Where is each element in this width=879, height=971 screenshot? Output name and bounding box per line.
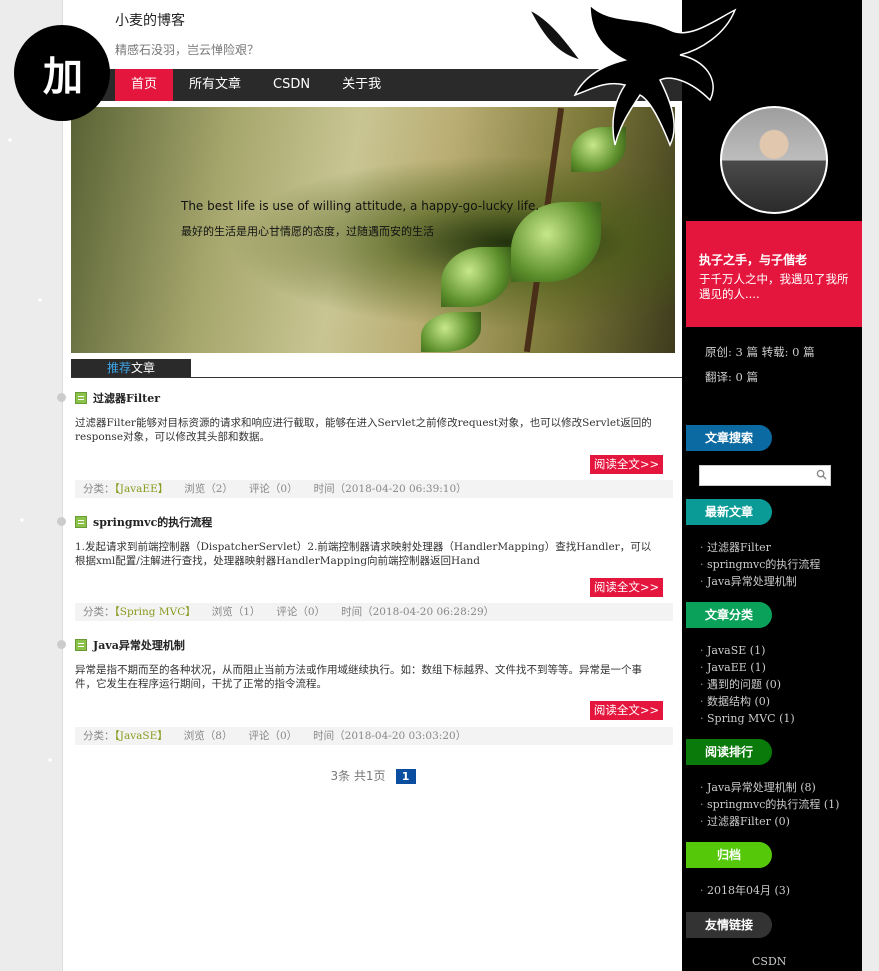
category-link[interactable]: JavaSE (1) [700, 642, 795, 659]
section-divider [71, 377, 683, 378]
profile-quote-text: 于千万人之中，我遇见了我所遇见的人.... [699, 272, 849, 301]
category-label: 分类： [83, 730, 115, 742]
category-label: 分类： [83, 483, 115, 495]
leaf-image [511, 202, 601, 282]
recent-article-link[interactable]: Java异常处理机制 [700, 573, 820, 590]
timeline-dot [57, 640, 66, 649]
read-more-button[interactable]: 阅读全文>> [590, 701, 663, 720]
timeline-dot [57, 517, 66, 526]
recommended-tab-highlight: 推荐 [106, 361, 131, 375]
nav-item-csdn[interactable]: CSDN [257, 69, 326, 101]
search-input[interactable] [699, 465, 831, 486]
category-link[interactable]: 【JavaSE】 [115, 730, 168, 742]
article-card: 过滤器Filter 过滤器Filter能够对目标资源的请求和响应进行截取，能够在… [75, 390, 673, 500]
profile-quote-box: 执子之手，与子偕老 于千万人之中，我遇见了我所遇见的人.... [686, 221, 862, 327]
category-label: 分类： [83, 606, 115, 618]
view-count: 浏览（8） [183, 730, 233, 742]
comment-count: 评论（0） [248, 730, 298, 742]
rank-section-tab: 阅读排行 [686, 739, 772, 765]
recommended-tab: 推荐文章 [71, 359, 191, 378]
category-link[interactable]: JavaEE (1) [700, 659, 795, 676]
post-time: 时间（2018-04-20 06:28:29） [341, 606, 495, 618]
article-title[interactable]: Java异常处理机制 [75, 637, 673, 653]
read-more-button[interactable]: 阅读全文>> [590, 455, 663, 474]
article-title[interactable]: springmvc的执行流程 [75, 514, 673, 530]
category-section-tab: 文章分类 [686, 602, 772, 628]
read-rank-list: Java异常处理机制 (8) springmvc的执行流程 (1) 过滤器Fil… [700, 779, 839, 830]
article-title-text[interactable]: 过滤器Filter [93, 390, 160, 406]
article-title-text[interactable]: springmvc的执行流程 [93, 514, 212, 530]
page-number-button[interactable]: 1 [395, 769, 416, 784]
category-link[interactable]: 【Spring MVC】 [115, 606, 196, 618]
archive-link[interactable]: 2018年04月 (3) [700, 882, 790, 899]
background-right [862, 0, 879, 971]
rank-article-link[interactable]: Java异常处理机制 (8) [700, 779, 839, 796]
comment-count: 评论（0） [276, 606, 326, 618]
recent-articles-list: 过滤器Filter springmvc的执行流程 Java异常处理机制 [700, 539, 820, 590]
read-more-button[interactable]: 阅读全文>> [590, 578, 663, 597]
document-icon [75, 392, 87, 404]
rank-article-link[interactable]: 过滤器Filter (0) [700, 813, 839, 830]
recent-article-link[interactable]: springmvc的执行流程 [700, 556, 820, 573]
archive-list: 2018年04月 (3) [700, 882, 790, 899]
nav-item-home[interactable]: 首页 [115, 69, 174, 101]
category-list: JavaSE (1) JavaEE (1) 遇到的问题 (0) 数据结构 (0)… [700, 642, 795, 727]
wing-decoration [528, 3, 737, 147]
category-link[interactable]: 【JavaEE】 [115, 483, 169, 495]
banner-quote-en: The best life is use of willing attitude… [181, 199, 540, 213]
category-link[interactable]: Spring MVC (1) [700, 710, 795, 727]
document-icon [75, 639, 87, 651]
comment-count: 评论（0） [248, 483, 298, 495]
category-link[interactable]: 遇到的问题 (0) [700, 676, 795, 693]
friend-link[interactable]: CSDN [752, 955, 786, 968]
recent-article-link[interactable]: 过滤器Filter [700, 539, 820, 556]
background-left [0, 0, 62, 971]
post-time: 时间（2018-04-20 06:39:10） [313, 483, 467, 495]
search-icon[interactable] [816, 469, 827, 480]
post-stats: 原创: 3 篇 转载: 0 篇 翻译: 0 篇 [705, 340, 855, 390]
category-link[interactable]: 数据结构 (0) [700, 693, 795, 710]
leaf-image [421, 312, 481, 352]
recommended-tab-label: 文章 [131, 361, 156, 375]
post-time: 时间（2018-04-20 03:03:20） [313, 730, 467, 742]
article-meta: 分类：【JavaSE】 浏览（8） 评论（0） 时间（2018-04-20 03:03… [75, 727, 673, 745]
article-title-text[interactable]: Java异常处理机制 [93, 637, 185, 653]
view-count: 浏览（2） [184, 483, 233, 495]
recent-section-tab: 最新文章 [686, 499, 772, 525]
article-excerpt: 1.发起请求到前端控制器（DispatcherServlet）2.前端控制器请求… [75, 541, 652, 567]
leaf-image [441, 247, 511, 307]
article-meta: 分类：【JavaEE】 浏览（2） 评论（0） 时间（2018-04-20 06:39… [75, 480, 673, 498]
timeline-dot [57, 393, 66, 402]
article-excerpt: 异常是指不期而至的各种状况，从而阻止当前方法或作用域继续执行。如：数组下标越界、… [75, 664, 642, 690]
nav-item-all-articles[interactable]: 所有文章 [173, 69, 257, 101]
profile-quote-title: 执子之手，与子偕老 [699, 253, 808, 267]
post-stats-line: 原创: 3 篇 转载: 0 篇 [705, 345, 815, 359]
links-section-tab: 友情链接 [686, 912, 772, 938]
site-title[interactable]: 小麦的博客 [115, 10, 185, 30]
archive-section-tab: 归档 [686, 842, 772, 868]
post-stats-line: 翻译: 0 篇 [705, 370, 759, 384]
document-icon [75, 516, 87, 528]
article-card: Java异常处理机制 异常是指不期而至的各种状况，从而阻止当前方法或作用域继续执… [75, 637, 673, 747]
view-count: 浏览（1） [211, 606, 261, 618]
add-badge[interactable]: 加 [14, 25, 110, 121]
pagination: 3条 共1页 1 [63, 767, 683, 784]
nav-item-about[interactable]: 关于我 [326, 69, 397, 101]
article-title[interactable]: 过滤器Filter [75, 390, 673, 406]
search-section-tab: 文章搜索 [686, 425, 772, 451]
rank-article-link[interactable]: springmvc的执行流程 (1) [700, 796, 839, 813]
article-card: springmvc的执行流程 1.发起请求到前端控制器（DispatcherSe… [75, 514, 673, 624]
article-meta: 分类：【Spring MVC】 浏览（1） 评论（0） 时间（2018-04-20 0… [75, 603, 673, 621]
site-subtitle: 精感石没羽，岂云惮险艰？ [115, 43, 260, 57]
article-excerpt: 过滤器Filter能够对目标资源的请求和响应进行截取，能够在进入Servlet之… [75, 417, 652, 443]
pagination-summary: 3条 共1页 [330, 769, 386, 783]
banner-quote-cn: 最好的生活是用心甘情愿的态度，过随遇而安的生活 [181, 225, 434, 238]
